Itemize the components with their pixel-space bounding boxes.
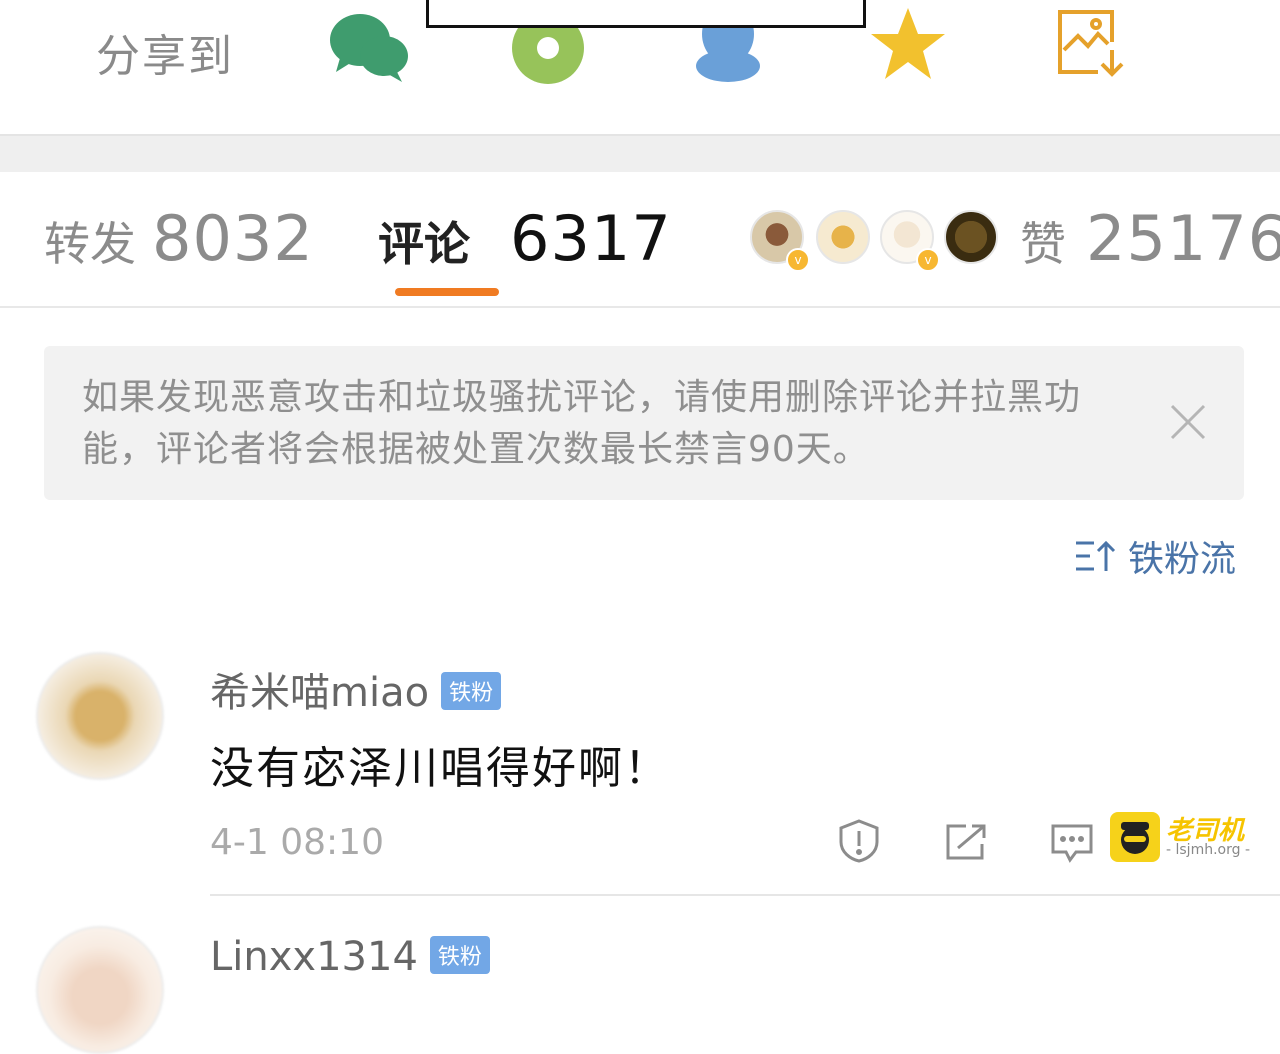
comment-text: 没有宓泽川唱得好啊！ (210, 743, 670, 794)
notice-text: 如果发现恶意攻击和垃圾骚扰评论，请使用删除评论并拉黑功能，评论者将会根据被处置次… (82, 377, 1082, 470)
moderation-notice: 如果发现恶意攻击和垃圾骚扰评论，请使用删除评论并拉黑功能，评论者将会根据被处置次… (44, 346, 1244, 500)
section-divider (0, 134, 1280, 172)
likes-label[interactable]: 赞 (1020, 208, 1066, 274)
liker-avatar[interactable] (816, 210, 870, 264)
overlay-box (426, 0, 866, 28)
sort-button[interactable]: 铁粉流 (1074, 532, 1236, 580)
comment-divider (210, 894, 1280, 896)
avatar[interactable] (36, 652, 164, 780)
reply-icon[interactable] (1050, 822, 1094, 868)
share-label: 分享到 (96, 31, 234, 82)
fan-badge: 铁粉 (429, 936, 490, 974)
sort-label: 铁粉流 (1128, 539, 1237, 580)
watermark: 老司机 - lsjmh.org - (1110, 810, 1280, 864)
comments-count[interactable]: 6317 (510, 202, 672, 275)
reposts-count[interactable]: 8032 (152, 202, 314, 275)
watermark-domain: - lsjmh.org - (1166, 842, 1250, 858)
sort-icon (1076, 540, 1116, 571)
likes-count[interactable]: 25176 (1086, 202, 1280, 275)
active-tab-indicator (395, 288, 499, 296)
username[interactable]: Linxx1314 (210, 934, 418, 980)
fan-badge: 铁粉 (441, 672, 502, 710)
report-icon[interactable] (836, 818, 882, 868)
comment-user[interactable]: Linxx1314 铁粉 (210, 934, 490, 980)
comment-user[interactable]: 希米喵miao 铁粉 (210, 660, 502, 718)
username[interactable]: 希米喵miao (210, 670, 429, 716)
wechat-icon[interactable] (326, 4, 412, 94)
tab-comments-label[interactable]: 评论 (378, 208, 470, 274)
close-icon[interactable] (1168, 402, 1208, 442)
verified-badge-icon: v (916, 248, 940, 272)
favorite-star-icon[interactable] (870, 4, 946, 88)
share-icon[interactable] (944, 822, 988, 866)
comment-time: 4-1 08:10 (210, 822, 384, 863)
avatar[interactable] (36, 926, 164, 1054)
save-image-icon[interactable] (1054, 6, 1130, 84)
liker-avatar[interactable] (944, 210, 998, 264)
verified-badge-icon: v (786, 248, 810, 272)
tab-reposts-label[interactable]: 转发 (44, 208, 136, 274)
